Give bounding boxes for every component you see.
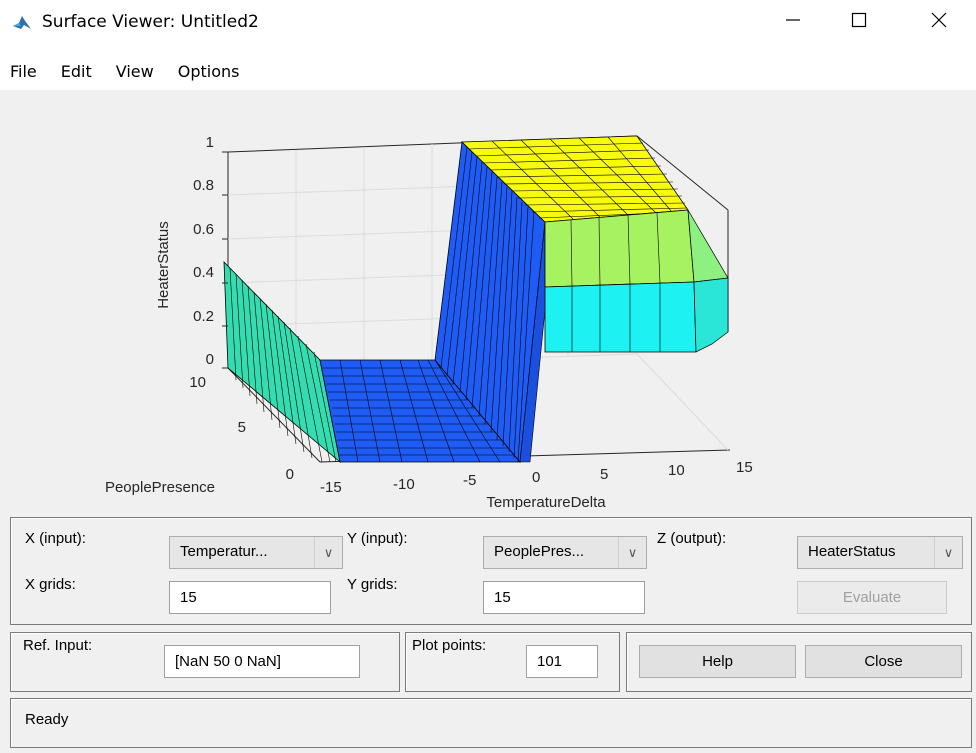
z-tick-0.4: 0.4 xyxy=(193,264,214,281)
z-tick-1: 1 xyxy=(206,134,214,151)
menu-edit[interactable]: Edit xyxy=(61,62,92,81)
z-output-select[interactable]: HeaterStatus ∨ xyxy=(797,536,963,569)
window-title: Surface Viewer: Untitled2 xyxy=(42,12,259,32)
plot-points-label: Plot points: xyxy=(412,637,487,654)
z-tick-0.2: 0.2 xyxy=(193,308,214,325)
ref-input-panel: Ref. Input: [NaN 50 0 NaN] xyxy=(10,632,400,692)
chevron-down-icon: ∨ xyxy=(314,537,342,568)
z-tick-0: 0 xyxy=(206,351,214,368)
y-axis-label: PeoplePresence xyxy=(105,479,215,496)
title-bar: Surface Viewer: Untitled2 xyxy=(0,0,976,52)
ref-input-label: Ref. Input: xyxy=(23,637,93,654)
minimize-icon xyxy=(786,19,800,21)
plot-points-panel: Plot points: 101 xyxy=(405,632,620,692)
x-tick-5: 5 xyxy=(600,466,608,483)
matlab-icon xyxy=(12,13,32,33)
help-button[interactable]: Help xyxy=(639,645,796,678)
surface-cyan-face xyxy=(544,281,697,353)
z-axis-label: HeaterStatus xyxy=(155,221,172,309)
maximize-icon xyxy=(851,12,867,28)
ref-input-field[interactable]: [NaN 50 0 NaN] xyxy=(164,645,360,678)
surface-plot: 1 0.8 0.6 0.4 0.2 0 10 5 0 -15 -10 -5 0 … xyxy=(105,134,753,510)
z-tick-0.8: 0.8 xyxy=(193,177,214,194)
y-tick-0: 0 xyxy=(286,466,294,483)
close-icon xyxy=(931,12,947,28)
chevron-down-icon: ∨ xyxy=(934,537,962,568)
status-bar: Ready xyxy=(10,698,972,748)
z-output-label: Z (output): xyxy=(657,530,727,547)
input-selection-panel: X (input): Temperatur... ∨ Y (input): Pe… xyxy=(10,517,972,625)
z-tick-0.6: 0.6 xyxy=(193,221,214,238)
x-tick-neg5: -5 xyxy=(463,472,476,489)
x-tick-neg15: -15 xyxy=(320,479,342,496)
x-tick-0: 0 xyxy=(532,469,540,486)
x-input-select[interactable]: Temperatur... ∨ xyxy=(169,536,343,569)
y-input-value: PeoplePres... xyxy=(494,543,585,560)
x-grids-input[interactable]: 15 xyxy=(169,581,331,614)
z-output-value: HeaterStatus xyxy=(808,543,896,560)
x-tick-neg10: -10 xyxy=(393,476,415,493)
minimize-button[interactable] xyxy=(770,0,816,40)
plot-points-input[interactable]: 101 xyxy=(526,645,598,678)
y-grids-label: Y grids: xyxy=(347,576,398,593)
status-text: Ready xyxy=(25,711,69,728)
x-input-label: X (input): xyxy=(25,530,86,547)
y-tick-10: 10 xyxy=(189,374,206,391)
x-input-value: Temperatur... xyxy=(180,543,268,560)
x-tick-10: 10 xyxy=(668,462,685,479)
surface-plot-area[interactable]: 1 0.8 0.6 0.4 0.2 0 10 5 0 -15 -10 -5 0 … xyxy=(0,90,976,510)
close-window-button[interactable] xyxy=(916,0,962,40)
x-tick-15: 15 xyxy=(736,459,753,476)
evaluate-button[interactable]: Evaluate xyxy=(797,581,947,614)
surface-viewer-window: Surface Viewer: Untitled2 File Edit View… xyxy=(0,0,976,753)
menu-bar: File Edit View Options xyxy=(0,52,976,90)
maximize-button[interactable] xyxy=(836,0,882,40)
x-grids-label: X grids: xyxy=(25,576,76,593)
x-axis-label: TemperatureDelta xyxy=(486,494,606,510)
y-input-label: Y (input): xyxy=(347,530,408,547)
y-input-select[interactable]: PeoplePres... ∨ xyxy=(483,536,647,569)
menu-view[interactable]: View xyxy=(116,62,154,81)
menu-file[interactable]: File xyxy=(10,62,37,81)
action-buttons-panel: Help Close xyxy=(626,632,972,692)
close-button[interactable]: Close xyxy=(805,645,962,678)
chevron-down-icon: ∨ xyxy=(618,537,646,568)
y-tick-5: 5 xyxy=(238,419,246,436)
y-grids-input[interactable]: 15 xyxy=(483,581,645,614)
menu-options[interactable]: Options xyxy=(178,62,240,81)
surface-green-face xyxy=(544,209,695,288)
